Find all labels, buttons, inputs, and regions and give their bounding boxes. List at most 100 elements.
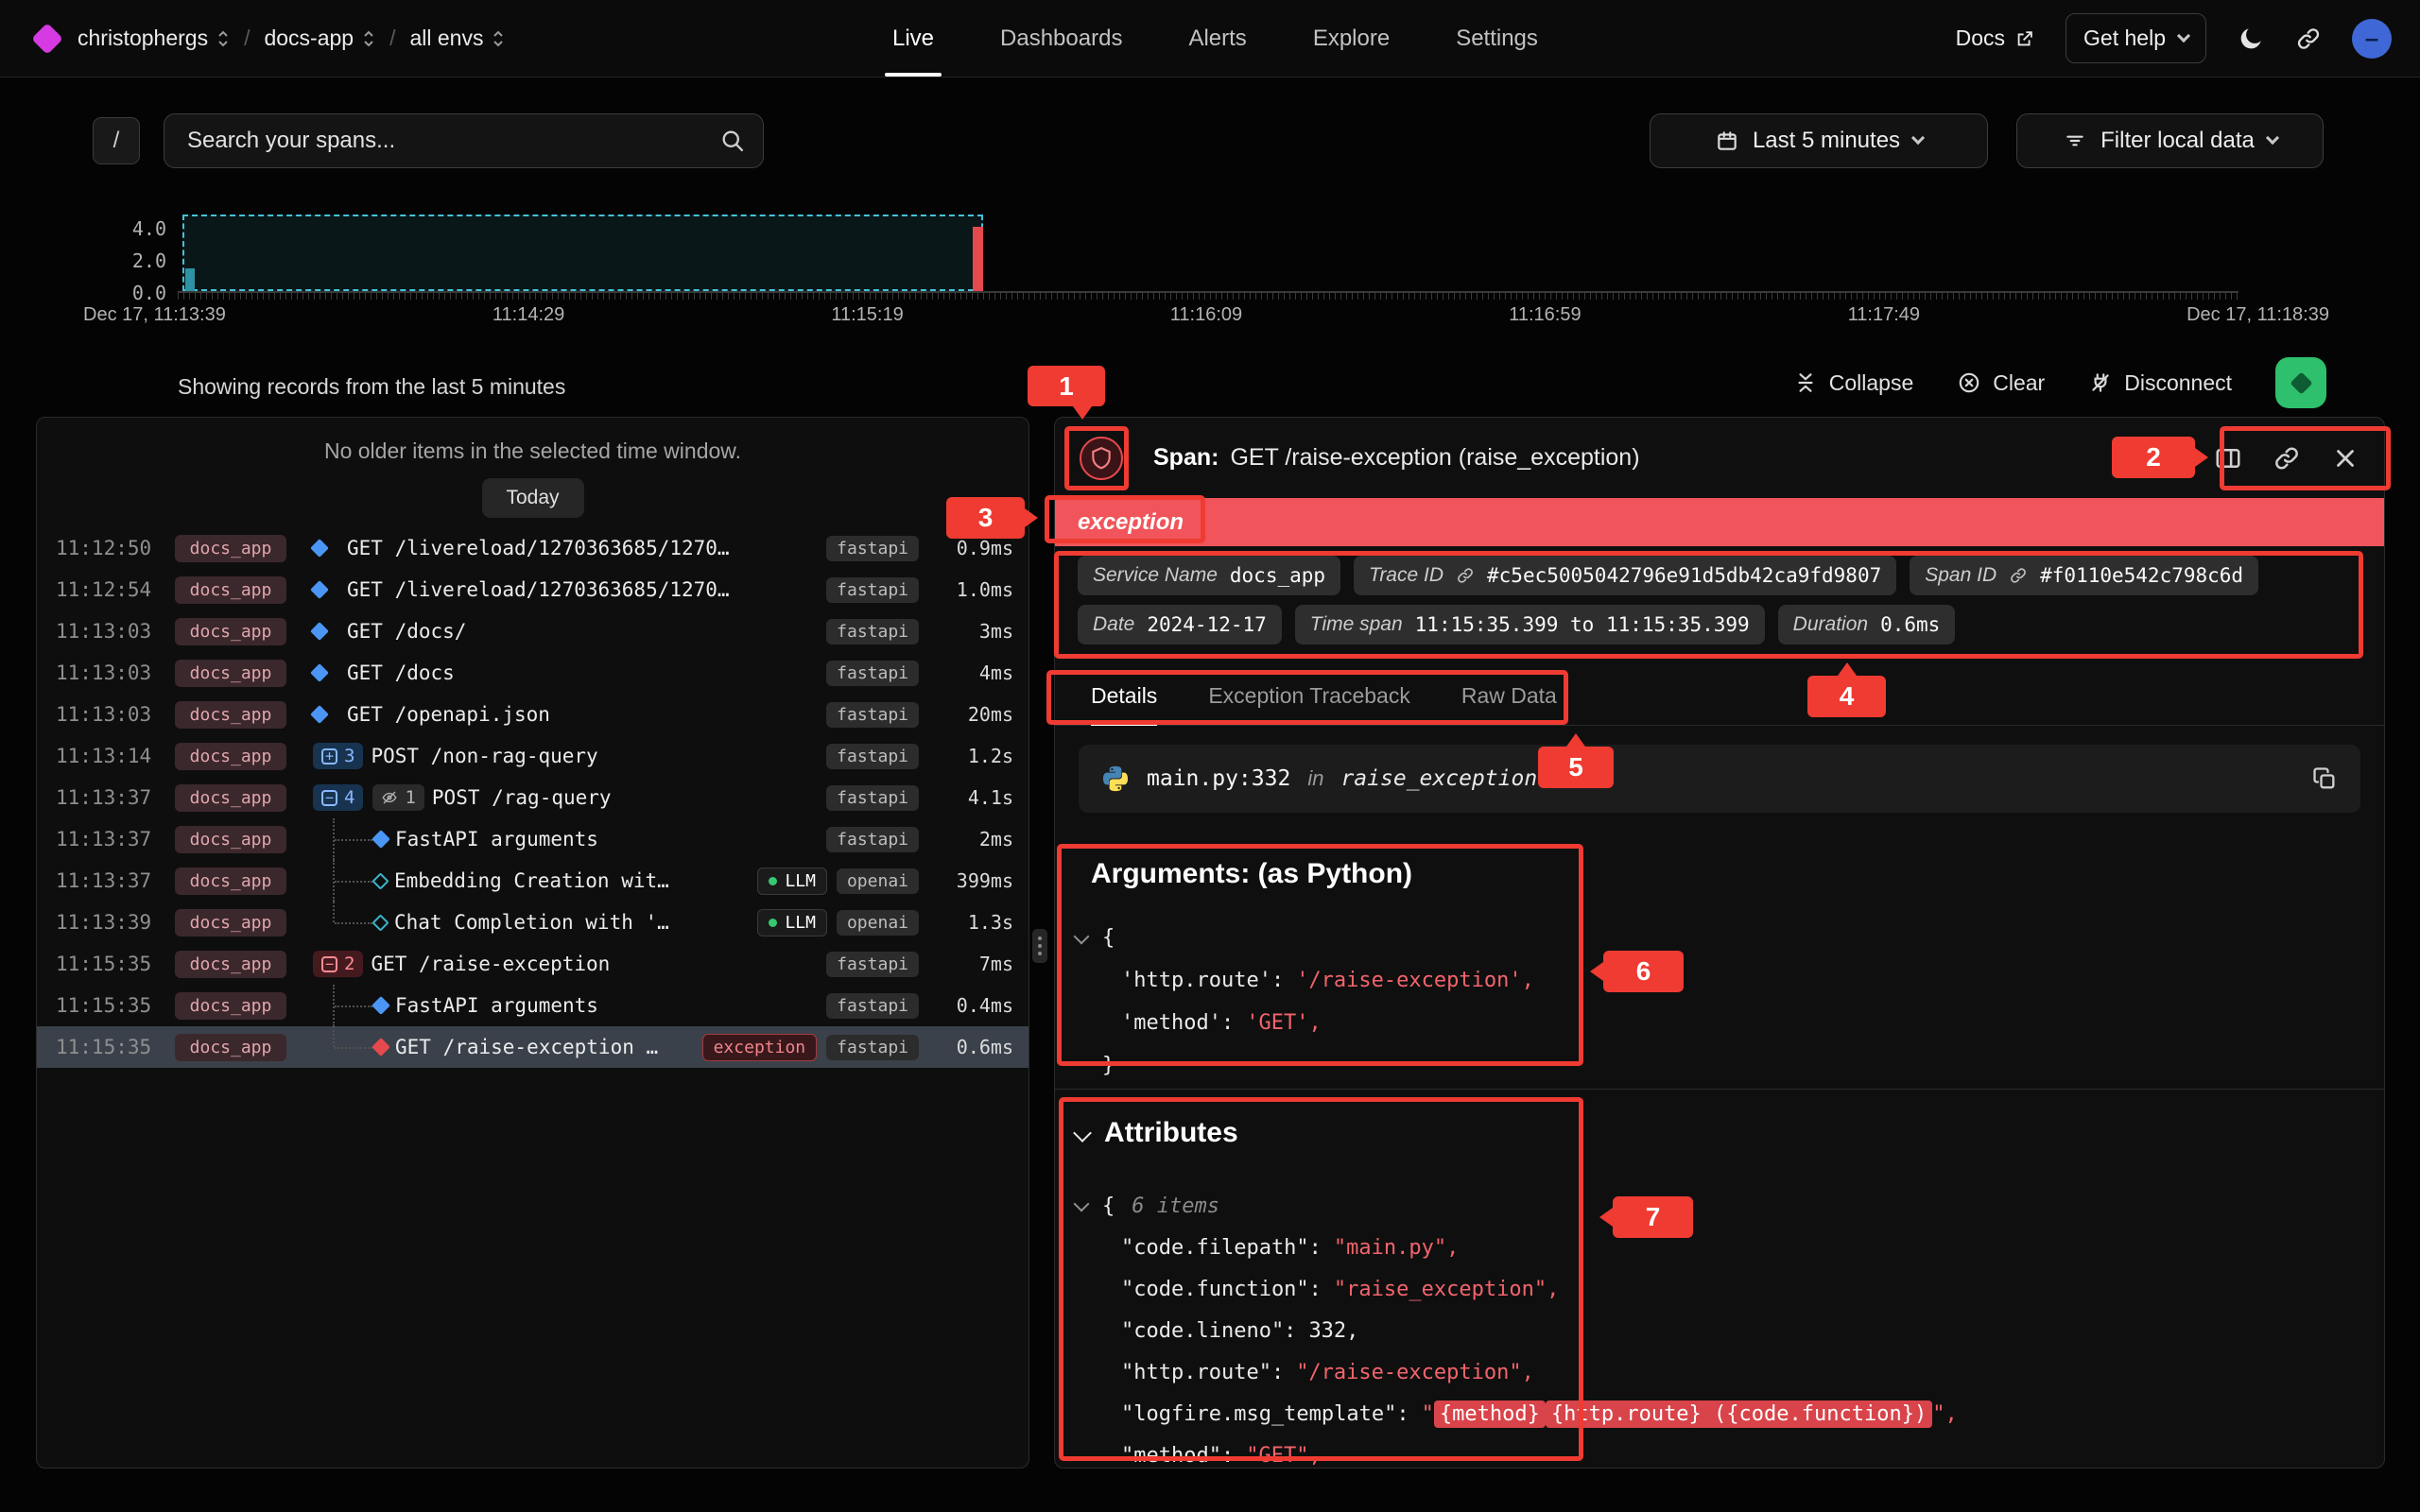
- tab-details[interactable]: Details: [1091, 683, 1157, 725]
- span-row[interactable]: 11:12:50 docs_app GET /livereload/127036…: [37, 527, 1028, 569]
- span-row[interactable]: 11:13:39 docs_app Chat Completion with '…: [37, 902, 1028, 943]
- detail-tabs: Details Exception Traceback Raw Data: [1055, 671, 2384, 726]
- calendar-icon: [1715, 129, 1739, 153]
- share-link-icon[interactable]: [2295, 26, 2322, 52]
- filter-button[interactable]: Filter local data: [2016, 113, 2324, 168]
- children-count: 4: [344, 787, 354, 808]
- span-duration: 4ms: [919, 662, 1013, 684]
- breadcrumb-org[interactable]: christophergs: [78, 26, 230, 51]
- hidden-spans-badge[interactable]: 1: [372, 784, 424, 811]
- tab-exception-traceback[interactable]: Exception Traceback: [1208, 683, 1410, 725]
- span-name: GET /raise-exception …: [395, 1036, 658, 1058]
- tab-raw-data[interactable]: Raw Data: [1461, 683, 1557, 725]
- tab-dashboards[interactable]: Dashboards: [1000, 0, 1122, 77]
- detail-title: Span:GET /raise-exception (raise_excepti…: [1153, 444, 1640, 472]
- span-meta-row-2: Date2024-12-17 Time span11:15:35.399 to …: [1078, 605, 1955, 644]
- span-row[interactable]: 11:13:03 docs_app GET /docs fastapi 4ms: [37, 652, 1028, 694]
- children-count-badge[interactable]: +3: [313, 743, 363, 769]
- tab-alerts[interactable]: Alerts: [1188, 0, 1246, 77]
- span-name: GET /openapi.json: [347, 703, 550, 726]
- search-input[interactable]: [164, 128, 719, 154]
- get-help-label: Get help: [2083, 26, 2166, 51]
- time-range-button[interactable]: Last 5 minutes: [1650, 113, 1988, 168]
- span-name: POST /rag-query: [432, 786, 612, 809]
- span-time: 11:15:35: [56, 953, 175, 975]
- attributes-heading: Attributes: [1076, 1117, 1238, 1149]
- span-name: Chat Completion with '…: [394, 911, 669, 934]
- tag-fastapi: fastapi: [826, 661, 919, 686]
- collapse-chevron-icon[interactable]: [1074, 1196, 1090, 1212]
- span-tags: fastapi: [826, 702, 919, 728]
- timeline-chart[interactable]: [178, 215, 2238, 293]
- copy-icon[interactable]: [2311, 765, 2338, 792]
- span-row[interactable]: 11:15:35 docs_app −2 GET /raise-exceptio…: [37, 943, 1028, 985]
- children-count-badge[interactable]: −4: [313, 784, 363, 811]
- toggle-panel-icon[interactable]: [2214, 444, 2242, 472]
- span-row[interactable]: 11:13:37 docs_app FastAPI arguments fast…: [37, 818, 1028, 860]
- source-in-word: in: [1307, 766, 1323, 791]
- span-duration: 2ms: [919, 828, 1013, 850]
- span-tags: fastapi: [826, 827, 919, 852]
- span-time: 11:13:03: [56, 662, 175, 684]
- code-line: "method":"GET",: [1074, 1435, 1958, 1469]
- span-diamond-icon: [310, 622, 329, 641]
- tag-exception: exception: [702, 1034, 818, 1061]
- collapse-chevron-icon[interactable]: [1073, 1124, 1092, 1143]
- span-type-icon: −4 1: [313, 777, 424, 818]
- docs-link[interactable]: Docs: [1956, 26, 2035, 51]
- get-help-button[interactable]: Get help: [2066, 13, 2206, 63]
- search-shortcut-key[interactable]: /: [93, 117, 140, 164]
- span-row-selected[interactable]: 11:15:35 docs_app GET /raise-exception ……: [37, 1026, 1028, 1068]
- source-function: raise_exception: [1340, 766, 1537, 791]
- search-box: [164, 113, 764, 168]
- avatar[interactable]: –: [2352, 19, 2392, 59]
- disconnect-label: Disconnect: [2124, 370, 2232, 396]
- logfire-logo-icon[interactable]: [31, 23, 63, 55]
- span-row[interactable]: 11:15:35 docs_app FastAPI arguments fast…: [37, 985, 1028, 1026]
- close-icon[interactable]: [2331, 444, 2360, 472]
- connection-status-button[interactable]: [2275, 357, 2326, 408]
- span-name: FastAPI arguments: [395, 994, 598, 1017]
- breadcrumb-env[interactable]: all envs: [409, 26, 505, 51]
- span-name: GET /livereload/1270363685/1270…: [347, 537, 730, 559]
- disconnect-button[interactable]: Disconnect: [2088, 370, 2232, 396]
- span-type-icon: [313, 902, 387, 943]
- tab-explore[interactable]: Explore: [1313, 0, 1390, 77]
- span-row[interactable]: 11:13:03 docs_app GET /openapi.json fast…: [37, 694, 1028, 735]
- panel-resize-handle[interactable]: [1032, 929, 1047, 963]
- dark-mode-icon[interactable]: [2237, 25, 2265, 53]
- span-row[interactable]: 11:13:37 docs_app Embedding Creation wit…: [37, 860, 1028, 902]
- tag-llm: LLM: [757, 868, 827, 895]
- span-row[interactable]: 11:13:14 docs_app +3 POST /non-rag-query…: [37, 735, 1028, 777]
- tree-connector: [335, 1005, 372, 1007]
- tag-fastapi: fastapi: [826, 785, 919, 811]
- error-children-count-badge[interactable]: −2: [313, 951, 363, 977]
- chart-selection-window[interactable]: [182, 215, 983, 291]
- span-tags: exceptionfastapi: [702, 1034, 919, 1061]
- clear-button[interactable]: Clear: [1957, 370, 2045, 396]
- trace-id-chip[interactable]: Trace ID#c5ec5005042796e91d5db42ca9fd980…: [1354, 556, 1896, 595]
- span-row[interactable]: 11:12:54 docs_app GET /livereload/127036…: [37, 569, 1028, 610]
- span-tags: fastapi: [826, 744, 919, 769]
- clear-label: Clear: [1993, 370, 2045, 396]
- tab-live[interactable]: Live: [892, 0, 934, 77]
- span-duration: 1.3s: [919, 911, 1013, 934]
- collapse-button[interactable]: Collapse: [1793, 370, 1914, 396]
- span-id-chip[interactable]: Span ID#f0110e542c798c6d: [1910, 556, 2258, 595]
- top-nav: christophergs / docs-app / all envs Live…: [0, 0, 2420, 77]
- tag-fastapi: fastapi: [826, 577, 919, 603]
- collapse-chevron-icon[interactable]: [1074, 928, 1090, 944]
- span-time: 11:12:50: [56, 537, 175, 559]
- span-type-icon: [313, 527, 339, 569]
- copy-link-icon[interactable]: [2273, 444, 2301, 472]
- filter-icon: [2063, 129, 2087, 153]
- span-row[interactable]: 11:13:03 docs_app GET /docs/ fastapi 3ms: [37, 610, 1028, 652]
- breadcrumb-project[interactable]: docs-app: [264, 26, 375, 51]
- link-icon: [1456, 566, 1475, 585]
- diamond-icon: [2290, 371, 2312, 394]
- project-name: docs-app: [264, 26, 354, 51]
- tab-settings[interactable]: Settings: [1456, 0, 1538, 77]
- span-row[interactable]: 11:13:37 docs_app −4 1 POST /rag-query f…: [37, 777, 1028, 818]
- span-meta-row-1: Service Namedocs_app Trace ID#c5ec500504…: [1078, 556, 2258, 595]
- exception-banner: exception: [1055, 498, 2384, 546]
